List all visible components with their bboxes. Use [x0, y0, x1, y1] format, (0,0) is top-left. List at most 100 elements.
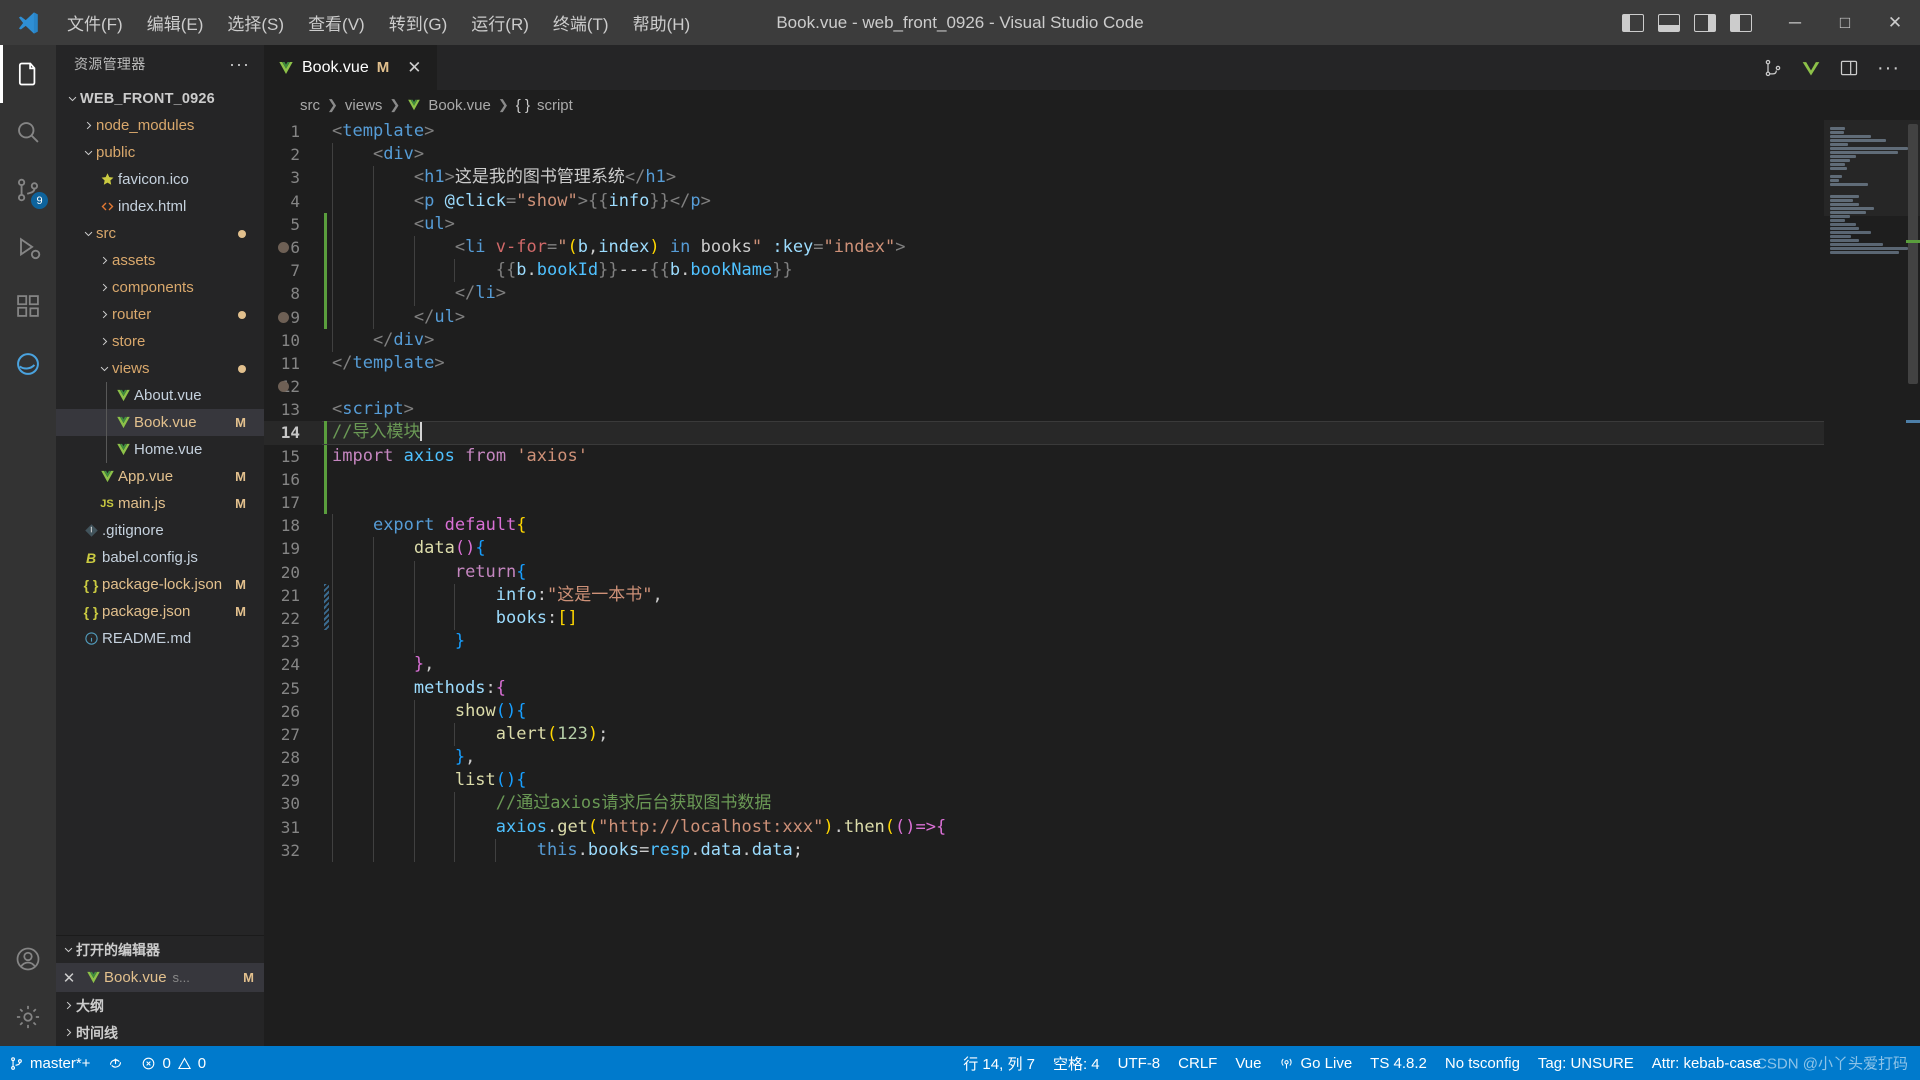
activity-source-control[interactable]: 9 — [0, 161, 56, 219]
code-line[interactable]: 14 //导入模块 — [264, 421, 1824, 445]
activity-explorer[interactable] — [0, 45, 56, 103]
tree-item-store[interactable]: store — [56, 328, 264, 355]
open-editor-item[interactable]: ✕ Book.vue s... M — [56, 963, 264, 992]
status-indentation[interactable]: 空格: 4 — [1044, 1046, 1109, 1080]
breadcrumb[interactable]: src ❯ views ❯ Book.vue ❯ { } script — [264, 90, 1920, 120]
menu-go[interactable]: 转到(G) — [378, 6, 459, 39]
code-line[interactable]: 26 show(){ — [264, 699, 1824, 723]
code-line[interactable]: 18 export default{ — [264, 514, 1824, 538]
status-tsconfig[interactable]: No tsconfig — [1436, 1046, 1529, 1080]
code-line[interactable]: 16 — [264, 467, 1824, 491]
code-line[interactable]: 1 <template> — [264, 120, 1824, 143]
code-lines[interactable]: 1 <template> 2 <div> 3 <h1>这是我的图书管理系统</h1> 4… — [264, 120, 1824, 863]
tree-item-main-js[interactable]: JS main.js M — [56, 490, 264, 517]
tree-item-gitignore[interactable]: .gitignore — [56, 517, 264, 544]
code-line[interactable]: 5 <ul> — [264, 212, 1824, 236]
code-line[interactable]: 13 <script> — [264, 398, 1824, 421]
status-typescript-version[interactable]: TS 4.8.2 — [1361, 1046, 1436, 1080]
breakpoint-icon[interactable] — [278, 311, 289, 323]
tree-item-package-json[interactable]: { } package.json M — [56, 598, 264, 625]
code-line[interactable]: 22 books:[] — [264, 606, 1824, 631]
tree-item-book-vue[interactable]: Book.vue M — [56, 409, 264, 436]
status-cursor-position[interactable]: 行 14, 列 7 — [954, 1046, 1044, 1080]
activity-account[interactable] — [0, 930, 56, 988]
more-actions-icon[interactable]: ··· — [1877, 58, 1900, 78]
code-line[interactable]: 20 return{ — [264, 560, 1824, 584]
explorer-more-icon[interactable]: ··· — [221, 54, 258, 75]
code-line[interactable]: 24 }, — [264, 653, 1824, 677]
vue-devtools-icon[interactable] — [1801, 58, 1821, 78]
tree-item-package-lock-json[interactable]: { } package-lock.json M — [56, 571, 264, 598]
customize-layout-icon[interactable] — [1730, 13, 1752, 32]
activity-edge-tools[interactable] — [0, 335, 56, 393]
status-problems[interactable]: 0 0 — [132, 1046, 215, 1080]
status-encoding[interactable]: UTF-8 — [1109, 1046, 1170, 1080]
tab-close-icon[interactable]: ✕ — [403, 57, 425, 78]
tab-book-vue[interactable]: Book.vue M ✕ — [264, 45, 439, 90]
split-editor-icon[interactable] — [1763, 58, 1783, 78]
window-controls[interactable]: ─ □ ✕ — [1770, 0, 1920, 45]
status-attr-casing[interactable]: Attr: kebab-case — [1643, 1046, 1770, 1080]
code-line[interactable]: 4 <p @click="show">{{info}}</p> — [264, 189, 1824, 213]
breadcrumb-src[interactable]: src — [300, 97, 320, 114]
tree-item-babel-config-js[interactable]: Bbabel.config.js — [56, 544, 264, 571]
code-editor[interactable]: 1 <template> 2 <div> 3 <h1>这是我的图书管理系统</h1> 4… — [264, 120, 1920, 1046]
code-line[interactable]: 31 axios.get("http://localhost:xxx").the… — [264, 815, 1824, 839]
code-line[interactable]: 28 }, — [264, 746, 1824, 770]
toggle-secondary-sidebar-icon[interactable] — [1694, 13, 1716, 32]
toggle-panel-icon[interactable] — [1658, 13, 1680, 32]
code-line[interactable]: 12 — [264, 375, 1824, 398]
status-eol[interactable]: CRLF — [1169, 1046, 1226, 1080]
tree-item-src[interactable]: src — [56, 220, 264, 247]
menu-terminal[interactable]: 终端(T) — [542, 6, 620, 39]
code-line[interactable]: 29 list(){ — [264, 769, 1824, 793]
code-line[interactable]: 3 <h1>这是我的图书管理系统</h1> — [264, 166, 1824, 190]
code-line[interactable]: 19 data(){ — [264, 537, 1824, 561]
menu-run[interactable]: 运行(R) — [460, 6, 540, 39]
status-tag-casing[interactable]: Tag: UNSURE — [1529, 1046, 1643, 1080]
code-line[interactable]: 6 <li v-for="(b,index) in books" :key="i… — [264, 235, 1824, 260]
activity-search[interactable] — [0, 103, 56, 161]
menu-bar[interactable]: 文件(F) 编辑(E) 选择(S) 查看(V) 转到(G) 运行(R) 终端(T… — [56, 6, 701, 39]
tree-item-views[interactable]: views — [56, 355, 264, 382]
section-outline[interactable]: 大纲 — [56, 992, 264, 1019]
tree-item-components[interactable]: components — [56, 274, 264, 301]
editor-tab-actions[interactable]: ··· — [1763, 45, 1920, 90]
code-line[interactable]: 8 </li> — [264, 282, 1824, 306]
status-go-live[interactable]: Go Live — [1270, 1046, 1361, 1080]
menu-view[interactable]: 查看(V) — [297, 6, 376, 39]
section-timeline[interactable]: 时间线 — [56, 1019, 264, 1046]
scrollbar-thumb[interactable] — [1908, 124, 1918, 384]
maximize-button[interactable]: □ — [1820, 0, 1870, 45]
activity-settings[interactable] — [0, 988, 56, 1046]
tree-item-home-vue[interactable]: Home.vue — [56, 436, 264, 463]
menu-edit[interactable]: 编辑(E) — [136, 6, 215, 39]
tree-item-readme-md[interactable]: README.md — [56, 625, 264, 652]
code-line[interactable]: 30 //通过axios请求后台获取图书数据 — [264, 792, 1824, 816]
code-line[interactable]: 2 <div> — [264, 143, 1824, 167]
tree-item-assets[interactable]: assets — [56, 247, 264, 274]
code-line[interactable]: 21 info:"这是一本书", — [264, 583, 1824, 607]
editor-scrollbar[interactable] — [1906, 120, 1920, 1046]
file-tree[interactable]: WEB_FRONT_0926 node_modules public favicon.… — [56, 83, 264, 935]
code-line[interactable]: 23 } — [264, 630, 1824, 654]
close-button[interactable]: ✕ — [1870, 0, 1920, 45]
code-line[interactable]: 25 methods:{ — [264, 676, 1824, 700]
code-line[interactable]: 17 — [264, 491, 1824, 515]
code-line[interactable]: 7 {{b.bookId}}---{{b.bookName}} — [264, 259, 1824, 283]
tree-item-app-vue[interactable]: App.vue M — [56, 463, 264, 490]
menu-selection[interactable]: 选择(S) — [216, 6, 295, 39]
close-editor-icon[interactable]: ✕ — [56, 969, 82, 987]
section-open-editors[interactable]: 打开的编辑器 — [56, 936, 264, 963]
code-line[interactable]: 32 this.books=resp.data.data; — [264, 838, 1824, 863]
layout-controls[interactable] — [1622, 13, 1770, 32]
code-line[interactable]: 9 </ul> — [264, 305, 1824, 329]
status-language-mode[interactable]: Vue — [1226, 1046, 1270, 1080]
code-line[interactable]: 11 </template> — [264, 352, 1824, 375]
status-sync[interactable] — [99, 1046, 132, 1080]
activity-run-debug[interactable] — [0, 219, 56, 277]
tree-item-node-modules[interactable]: node_modules — [56, 112, 264, 139]
toggle-primary-sidebar-icon[interactable] — [1622, 13, 1644, 32]
menu-help[interactable]: 帮助(H) — [622, 6, 702, 39]
tree-item-web-front-0926[interactable]: WEB_FRONT_0926 — [56, 85, 264, 112]
